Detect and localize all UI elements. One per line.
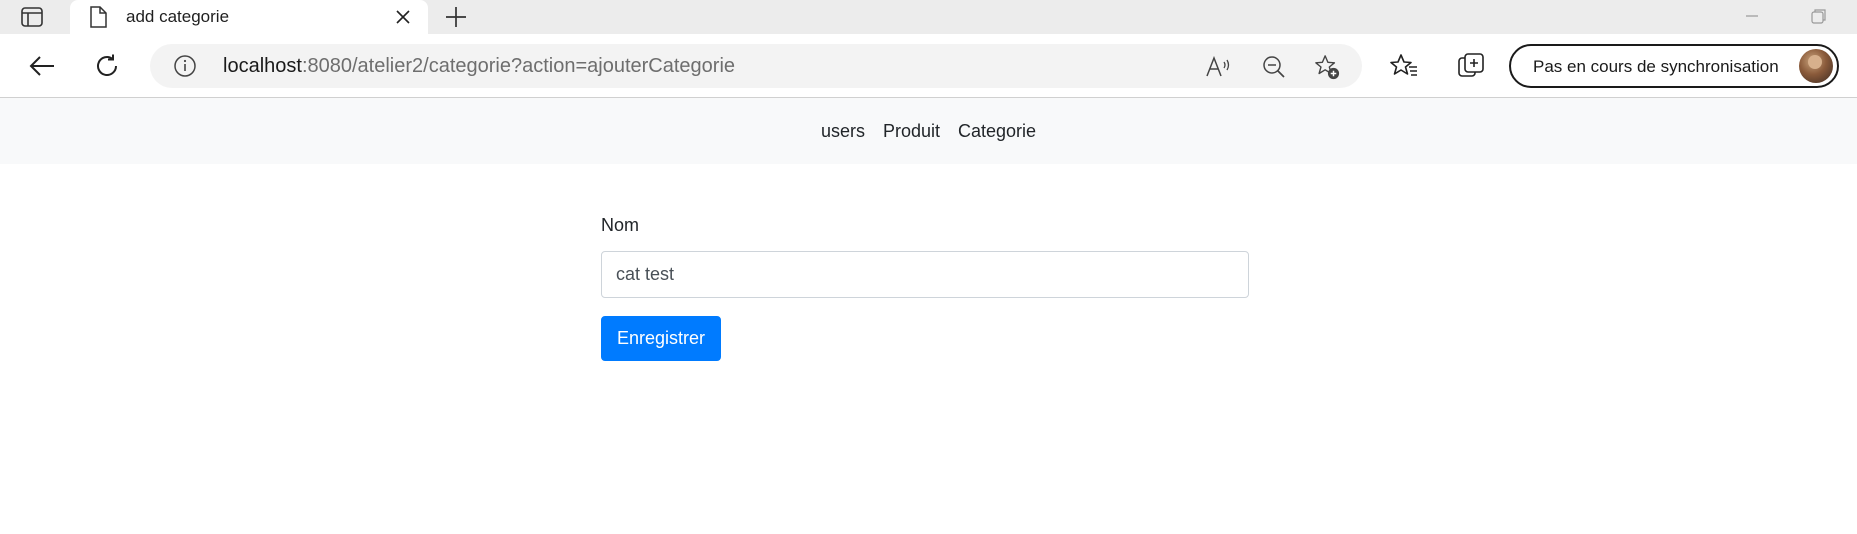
nom-label: Nom xyxy=(601,215,640,235)
minimize-icon[interactable] xyxy=(1740,4,1764,28)
nav-links: users Produit Categorie xyxy=(0,98,1857,164)
profile-button[interactable]: Pas en cours de synchronisation xyxy=(1509,44,1839,88)
nav-link-users[interactable]: users xyxy=(812,121,874,142)
close-icon[interactable] xyxy=(392,6,414,28)
zoom-out-icon[interactable] xyxy=(1261,54,1287,80)
browser-tab[interactable]: add categorie xyxy=(70,0,428,34)
favorites-icon[interactable] xyxy=(1387,49,1421,83)
navbar: users Produit Categorie xyxy=(0,98,1857,164)
enregistrer-button[interactable]: Enregistrer xyxy=(601,316,722,361)
browser-toolbar: localhost:8080/atelier2/categorie?action… xyxy=(0,34,1857,98)
profile-label: Pas en cours de synchronisation xyxy=(1533,57,1779,76)
tab-title: add categorie xyxy=(126,7,230,26)
add-favorite-icon[interactable] xyxy=(1314,54,1340,80)
url-path: :8080/atelier2/categorie?action=ajouterC… xyxy=(301,55,736,77)
web-page: users Produit Categorie Nom Enregistrer xyxy=(0,98,1857,534)
avatar xyxy=(1799,49,1833,83)
nav-link-categorie[interactable]: Categorie xyxy=(949,121,1045,142)
refresh-icon[interactable] xyxy=(90,49,124,83)
url-text[interactable]: localhost:8080/atelier2/categorie?action… xyxy=(223,55,735,78)
add-categorie-form: Nom Enregistrer xyxy=(601,215,1249,361)
address-bar[interactable]: localhost:8080/atelier2/categorie?action… xyxy=(150,44,1362,88)
back-arrow-icon[interactable] xyxy=(25,49,59,83)
info-icon[interactable] xyxy=(174,55,196,77)
restore-icon[interactable] xyxy=(1806,4,1830,28)
read-aloud-icon[interactable] xyxy=(1205,54,1231,80)
tab-actions-icon[interactable] xyxy=(18,5,46,29)
url-host: localhost xyxy=(223,55,302,77)
new-tab-icon[interactable] xyxy=(442,3,470,31)
nom-input[interactable] xyxy=(601,251,1249,298)
nav-link-produit[interactable]: Produit xyxy=(874,121,949,142)
tab-strip: add categorie xyxy=(0,0,1857,34)
collections-icon[interactable] xyxy=(1454,49,1488,83)
page-icon xyxy=(88,6,108,28)
